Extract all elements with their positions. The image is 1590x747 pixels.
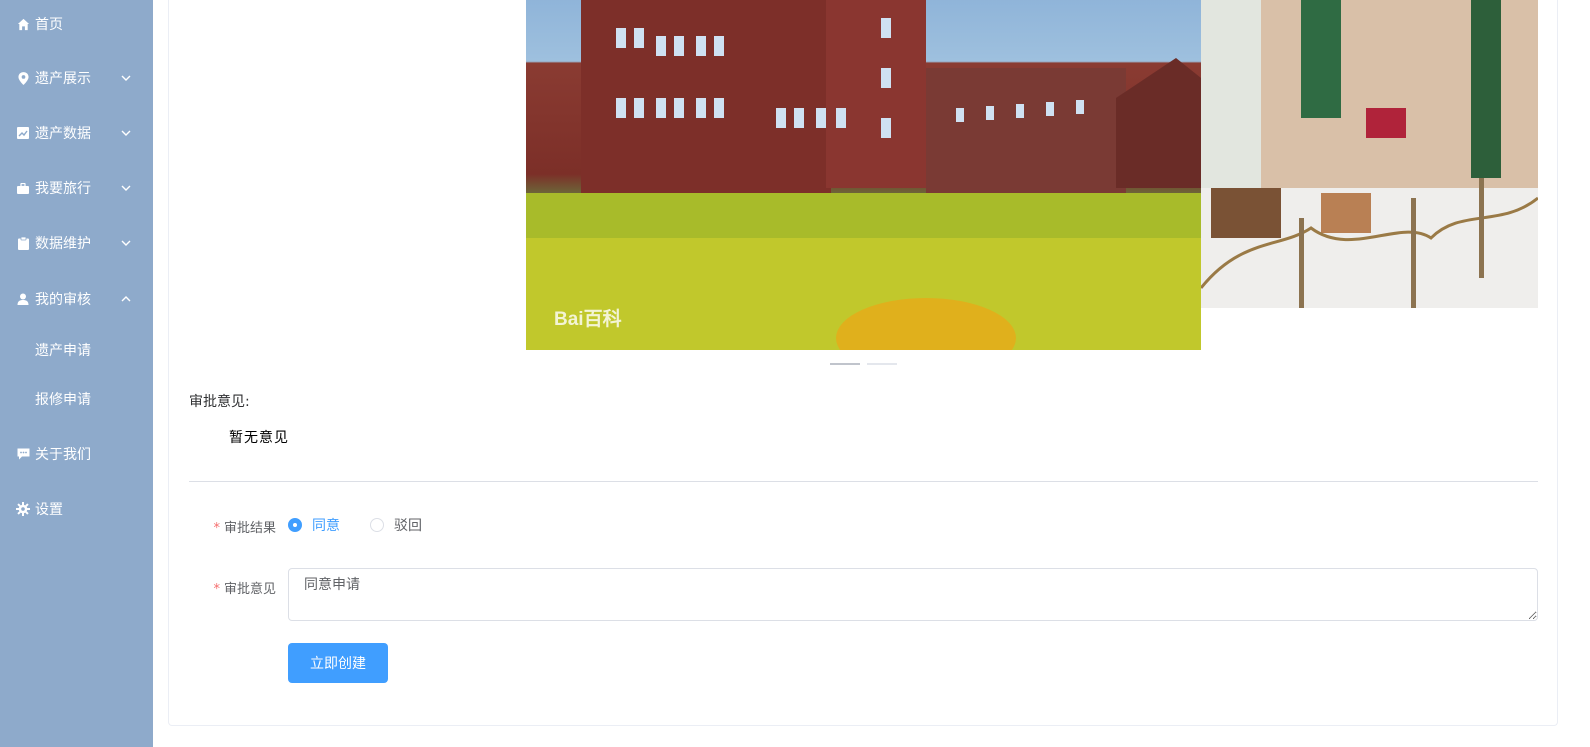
comment-label: * 审批意见 — [213, 582, 276, 597]
result-label: * 审批结果 — [213, 521, 276, 536]
sidebar-item-label: 首页 — [35, 17, 63, 33]
radio-reject-label: 驳回 — [394, 518, 422, 534]
sidebar-item-label: 遗产展示 — [35, 71, 91, 87]
sidebar-item-heritage-data[interactable]: 遗产数据 — [0, 113, 153, 153]
carousel-indicators — [830, 363, 900, 367]
required-asterisk: * — [213, 582, 220, 597]
sidebar-item-settings[interactable]: 设置 — [0, 489, 153, 529]
sidebar-item-home[interactable]: 首页 — [0, 4, 153, 44]
clipboard-icon — [16, 236, 30, 250]
chart-icon — [16, 126, 30, 140]
sidebar-item-label: 我的审核 — [35, 292, 91, 308]
home-icon — [16, 17, 30, 31]
divider — [189, 481, 1538, 482]
sidebar-item-label: 我要旅行 — [35, 181, 91, 197]
sidebar-item-label: 数据维护 — [35, 236, 91, 252]
sidebar-subitem-heritage-application[interactable]: 遗产申请 — [0, 332, 153, 368]
sidebar-item-label: 遗产数据 — [35, 126, 91, 142]
carousel-indicator[interactable] — [830, 363, 860, 365]
sidebar: 首页 遗产展示 遗产数据 我要旅行 数据维护 我的审核 遗产申请 报修申请 关于… — [0, 0, 153, 747]
opinion-heading: 审批意见: — [189, 394, 250, 410]
sidebar-item-about-us[interactable]: 关于我们 — [0, 434, 153, 474]
sidebar-subitem-label: 遗产申请 — [35, 343, 91, 359]
user-icon — [16, 292, 30, 306]
sidebar-subitem-repair-application[interactable]: 报修申请 — [0, 381, 153, 417]
carousel-indicator[interactable] — [867, 363, 897, 365]
chevron-down-icon — [121, 73, 131, 83]
radio-approve-label: 同意 — [312, 518, 340, 534]
comment-textarea[interactable]: 同意申请 — [288, 568, 1538, 621]
radio-checked-icon — [288, 518, 302, 532]
sidebar-subitem-label: 报修申请 — [35, 392, 91, 408]
opinion-text: 暂无意见 — [229, 430, 289, 446]
chevron-down-icon — [121, 238, 131, 248]
chevron-down-icon — [121, 128, 131, 138]
radio-approve[interactable]: 同意 — [288, 515, 340, 535]
content-panel: Bai百科 审批意见: 暂无意见 * 审批结果 同意 驳回 * 审批意见 同意申… — [168, 0, 1558, 726]
carousel-slide-museum — [1201, 0, 1538, 308]
sidebar-item-travel[interactable]: 我要旅行 — [0, 168, 153, 208]
radio-unchecked-icon — [370, 518, 384, 532]
chevron-down-icon — [121, 183, 131, 193]
required-asterisk: * — [213, 521, 220, 536]
sidebar-item-data-maintenance[interactable]: 数据维护 — [0, 223, 153, 263]
sidebar-item-label: 设置 — [35, 502, 63, 518]
image-carousel[interactable]: Bai百科 — [526, 0, 1538, 350]
location-icon — [16, 71, 30, 85]
baidu-watermark: Bai百科 — [554, 309, 622, 330]
carousel-slide-building: Bai百科 — [526, 0, 1201, 350]
sidebar-item-my-review[interactable]: 我的审核 — [0, 279, 153, 319]
chevron-up-icon — [121, 294, 131, 304]
briefcase-icon — [16, 181, 30, 195]
sidebar-item-label: 关于我们 — [35, 447, 91, 463]
sidebar-item-heritage-display[interactable]: 遗产展示 — [0, 58, 153, 98]
gear-icon — [16, 502, 30, 516]
radio-reject[interactable]: 驳回 — [370, 515, 422, 535]
submit-button[interactable]: 立即创建 — [288, 643, 388, 683]
chat-icon — [16, 447, 30, 461]
